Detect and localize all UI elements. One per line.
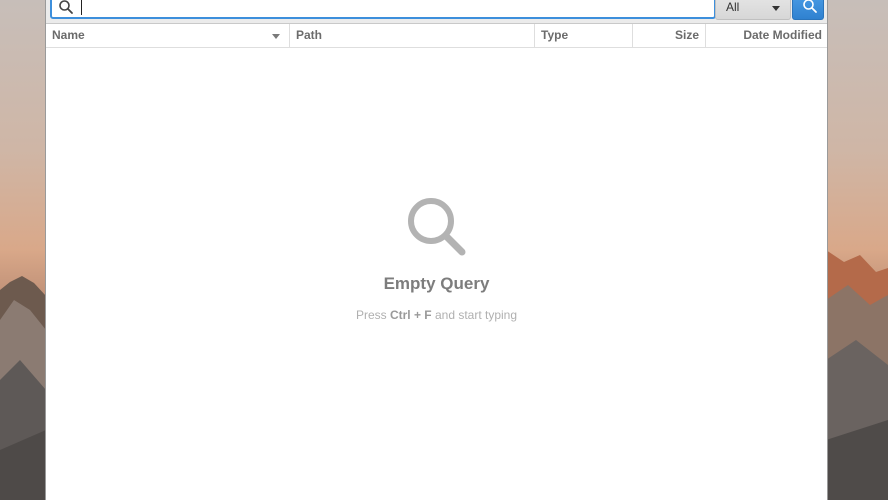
column-header-date-modified[interactable]: Date Modified bbox=[706, 24, 827, 47]
column-header-label: Size bbox=[674, 28, 699, 42]
filter-dropdown[interactable]: All bbox=[715, 0, 791, 20]
results-header: Name Path Type Size Date Modified bbox=[46, 24, 827, 48]
column-header-label: Type bbox=[541, 28, 569, 42]
magnifier-icon bbox=[407, 198, 465, 256]
search-field[interactable] bbox=[50, 0, 716, 19]
desktop-wallpaper-right bbox=[826, 0, 888, 500]
empty-state-hint: Press Ctrl + F and start typing bbox=[46, 308, 827, 322]
empty-state: Empty Query Press Ctrl + F and start typ… bbox=[46, 194, 827, 322]
search-button[interactable] bbox=[792, 0, 824, 20]
column-header-type[interactable]: Type bbox=[535, 24, 633, 47]
search-icon bbox=[58, 0, 74, 19]
column-header-label: Name bbox=[52, 28, 85, 42]
text-caret bbox=[81, 0, 82, 15]
search-icon bbox=[803, 0, 817, 13]
search-window: All Name Path Type Size Date Modified Em… bbox=[45, 0, 828, 500]
column-header-name[interactable]: Name bbox=[46, 24, 290, 47]
column-header-label: Path bbox=[296, 28, 323, 42]
sort-descending-icon bbox=[272, 34, 280, 39]
hint-shortcut: Ctrl + F bbox=[389, 308, 432, 322]
desktop-wallpaper-left bbox=[0, 0, 46, 500]
empty-state-title: Empty Query bbox=[383, 274, 490, 293]
hint-prefix: Press bbox=[355, 308, 390, 322]
column-header-path[interactable]: Path bbox=[290, 24, 535, 47]
search-input[interactable] bbox=[78, 0, 698, 16]
chevron-down-icon bbox=[772, 6, 780, 11]
column-header-size[interactable]: Size bbox=[633, 24, 706, 47]
search-toolbar: All bbox=[46, 0, 827, 24]
filter-dropdown-value: All bbox=[726, 0, 740, 14]
hint-suffix: and start typing bbox=[431, 308, 518, 322]
column-header-label: Date Modified bbox=[743, 28, 822, 42]
